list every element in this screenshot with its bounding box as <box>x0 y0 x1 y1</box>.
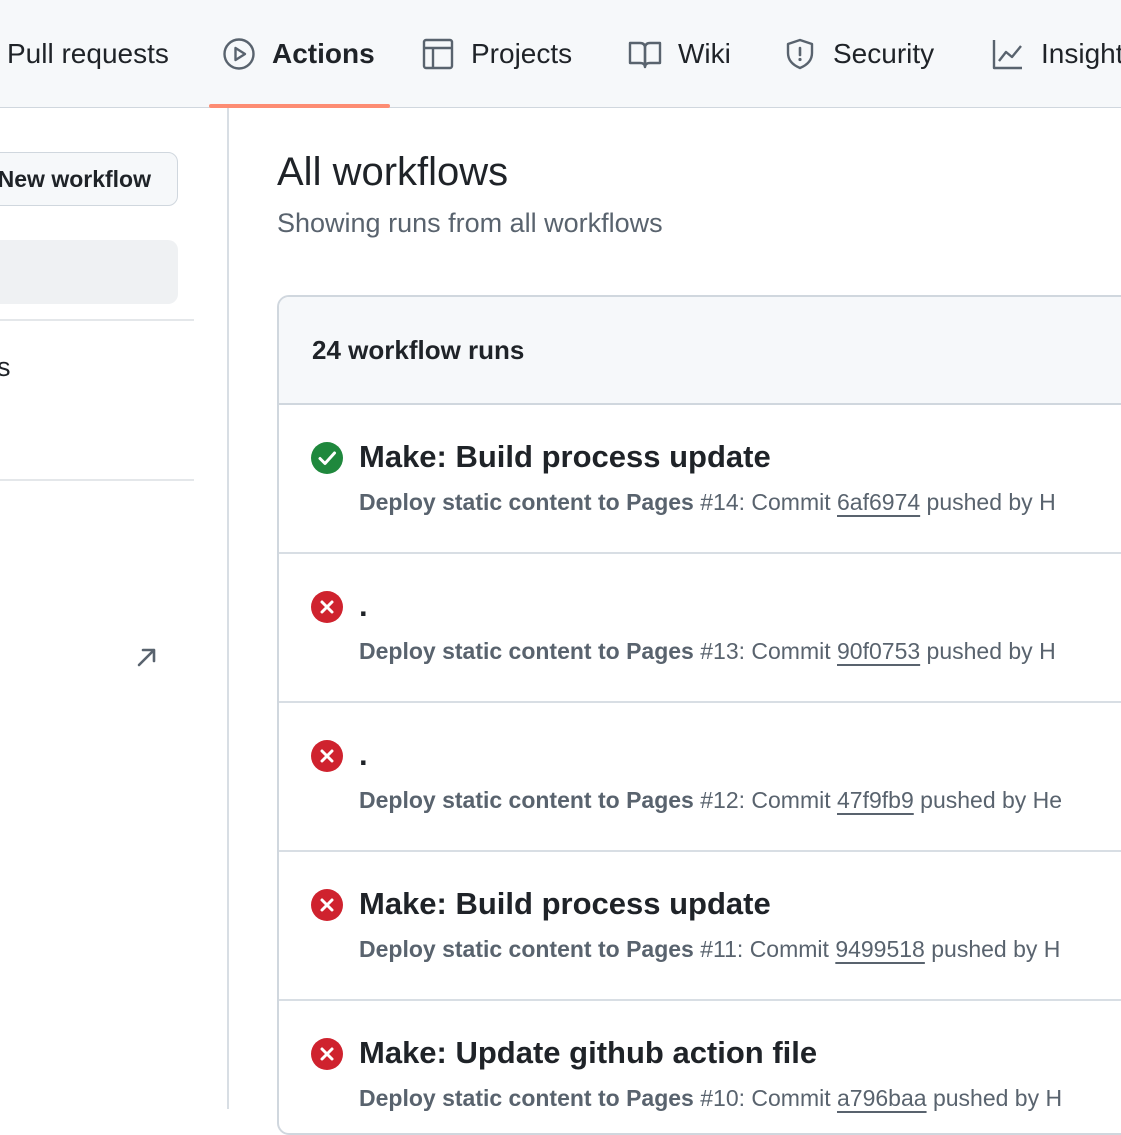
tab-security-label: Security <box>833 38 935 69</box>
repo-nav: Pull requests Actions Projects Wiki Secu… <box>0 0 1121 108</box>
arrow-up-right-icon[interactable] <box>134 644 160 670</box>
tab-projects-label: Projects <box>471 38 573 69</box>
runs-count-label: 24 workflow runs <box>312 334 525 365</box>
tab-insights-label: Insights <box>1041 38 1121 69</box>
sidebar-divider <box>0 479 194 481</box>
table-icon <box>422 38 454 70</box>
workflow-run-row[interactable]: . Deploy static content to Pages #13: Co… <box>279 554 1121 703</box>
new-workflow-label: New workflow <box>0 165 151 192</box>
run-number: #11 <box>700 936 737 962</box>
run-title[interactable]: Make: Update github action file <box>359 1035 817 1071</box>
run-meta: Deploy static content to Pages #10: Comm… <box>359 1085 1062 1112</box>
tab-actions[interactable]: Actions <box>222 0 375 108</box>
runs-count-header: 24 workflow runs <box>279 297 1121 405</box>
tab-insights[interactable]: Insights <box>991 0 1121 108</box>
active-tab-indicator <box>209 104 390 108</box>
run-pushed-by: pushed by H <box>924 936 1061 962</box>
run-meta: Deploy static content to Pages #11: Comm… <box>359 936 1060 963</box>
shield-icon <box>786 38 814 70</box>
run-pushed-by: pushed by He <box>913 787 1063 813</box>
run-pushed-by: pushed by H <box>920 638 1056 664</box>
tab-wiki-label: Wiki <box>678 38 731 69</box>
run-title[interactable]: . <box>359 737 368 773</box>
run-workflow-name: Deploy static content to Pages <box>359 787 694 813</box>
run-commit-prefix: : Commit <box>738 787 838 813</box>
run-commit-prefix: : Commit <box>738 489 838 515</box>
sidebar-item-all-workflows[interactable] <box>0 240 178 304</box>
page-subtitle: Showing runs from all workflows <box>277 208 663 238</box>
run-title[interactable]: . <box>359 588 368 624</box>
x-circle-icon <box>311 889 343 921</box>
workflow-runs-list: 24 workflow runs Make: Build process upd… <box>277 295 1121 1135</box>
run-title[interactable]: Make: Build process update <box>359 439 771 475</box>
run-meta: Deploy static content to Pages #12: Comm… <box>359 787 1062 814</box>
check-circle-icon <box>311 442 343 474</box>
x-circle-icon <box>311 740 343 772</box>
tab-wiki[interactable]: Wiki <box>628 0 731 108</box>
graph-icon <box>992 40 1022 70</box>
run-pushed-by: pushed by H <box>920 489 1056 515</box>
tab-security[interactable]: Security <box>783 0 934 108</box>
book-icon <box>628 41 662 69</box>
tab-pull-requests[interactable]: Pull requests <box>7 0 169 108</box>
workflow-run-row[interactable]: Make: Update github action file Deploy s… <box>279 1001 1121 1133</box>
tab-pull-requests-label: Pull requests <box>7 38 169 69</box>
run-meta: Deploy static content to Pages #13: Comm… <box>359 638 1056 665</box>
run-commit-prefix: : Commit <box>736 936 836 962</box>
run-title[interactable]: Make: Build process update <box>359 886 771 922</box>
workflow-run-row[interactable]: . Deploy static content to Pages #12: Co… <box>279 703 1121 852</box>
run-number: #14 <box>700 489 739 515</box>
page-title: All workflows <box>277 150 509 194</box>
workflow-run-row[interactable]: Make: Build process update Deploy static… <box>279 852 1121 1001</box>
commit-sha-link[interactable]: 9499518 <box>835 936 925 962</box>
run-commit-prefix: : Commit <box>738 1085 838 1111</box>
run-workflow-name: Deploy static content to Pages <box>359 489 694 515</box>
run-pushed-by: pushed by H <box>926 1085 1063 1111</box>
commit-sha-link[interactable]: 90f0753 <box>837 638 920 664</box>
commit-sha-link[interactable]: a796baa <box>837 1085 927 1111</box>
run-number: #12 <box>700 787 739 813</box>
workflow-run-row[interactable]: Make: Build process update Deploy static… <box>279 405 1121 554</box>
sidebar-item-label[interactable]: s <box>0 352 11 383</box>
run-number: #13 <box>700 638 739 664</box>
run-workflow-name: Deploy static content to Pages <box>359 1085 694 1111</box>
play-icon <box>223 38 255 70</box>
commit-sha-link[interactable]: 6af6974 <box>837 489 920 515</box>
run-workflow-name: Deploy static content to Pages <box>359 638 694 664</box>
run-number: #10 <box>700 1085 739 1111</box>
tab-actions-label: Actions <box>272 38 375 69</box>
sidebar-border <box>227 108 229 1109</box>
x-circle-icon <box>311 591 343 623</box>
sidebar-divider <box>0 319 194 321</box>
x-circle-icon <box>311 1038 343 1070</box>
tab-projects[interactable]: Projects <box>421 0 572 108</box>
new-workflow-button[interactable]: New workflow <box>0 152 178 206</box>
run-commit-prefix: : Commit <box>738 638 838 664</box>
run-meta: Deploy static content to Pages #14: Comm… <box>359 489 1056 516</box>
run-workflow-name: Deploy static content to Pages <box>359 936 694 962</box>
commit-sha-link[interactable]: 47f9fb9 <box>837 787 914 813</box>
